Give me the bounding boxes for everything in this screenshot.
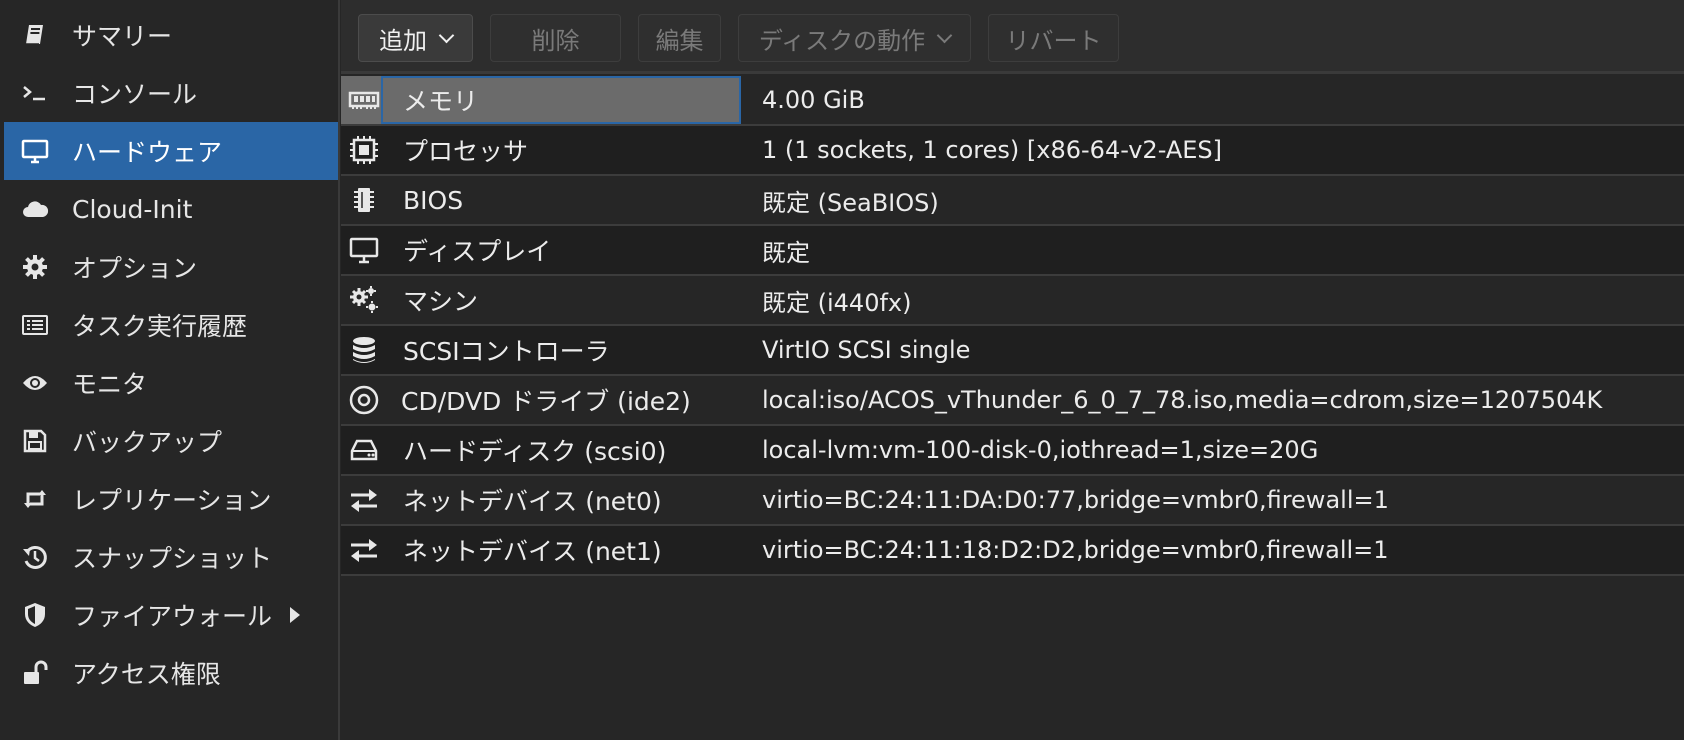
microchip-icon (347, 183, 381, 217)
table-row-memory[interactable]: メモリ 4.00 GiB (341, 76, 1684, 126)
edit-button-label: 編集 (655, 26, 704, 55)
cogs-icon (347, 283, 381, 317)
table-row-hard-disk[interactable]: ハードディスク (scsi0) local-lvm:vm-100-disk-0,… (341, 426, 1684, 476)
desktop-icon (20, 136, 50, 166)
sidebar-item-replication[interactable]: レプリケーション (0, 470, 338, 528)
sidebar-item-monitor[interactable]: モニタ (0, 354, 338, 412)
row-value: local:iso/ACOS_vThunder_6_0_7_78.iso,med… (762, 386, 1603, 414)
table-row-net1[interactable]: ネットデバイス (net1) virtio=BC:24:11:18:D2:D2,… (341, 526, 1684, 576)
disk-action-button-label: ディスクの動作 (758, 26, 926, 55)
cdrom-icon (347, 383, 381, 417)
shield-icon (20, 600, 50, 630)
row-value: 既定 (762, 238, 810, 267)
terminal-icon (20, 78, 50, 108)
row-name: SCSIコントローラ (403, 337, 610, 366)
row-value: local-lvm:vm-100-disk-0,iothread=1,size=… (762, 436, 1319, 464)
cpu-icon (347, 133, 381, 167)
retweet-icon (20, 484, 50, 514)
table-row-cdrom[interactable]: CD/DVD ドライブ (ide2) local:iso/ACOS_vThund… (341, 376, 1684, 426)
row-value: VirtIO SCSI single (762, 336, 971, 364)
sidebar-item-label: タスク実行履歴 (72, 312, 248, 341)
database-icon (347, 333, 381, 367)
table-row-scsi-controller[interactable]: SCSIコントローラ VirtIO SCSI single (341, 326, 1684, 376)
row-name: ネットデバイス (net0) (403, 487, 662, 516)
row-value: 4.00 GiB (762, 86, 865, 114)
delete-button-label: 削除 (531, 26, 580, 55)
sidebar-item-backup[interactable]: バックアップ (0, 412, 338, 470)
sidebar-item-firewall[interactable]: ファイアウォール (0, 586, 338, 644)
sidebar-item-label: ハードウェア (72, 138, 223, 167)
table-row-display[interactable]: ディスプレイ 既定 (341, 226, 1684, 276)
memory-icon (347, 83, 381, 117)
row-value: 既定 (i440fx) (762, 288, 912, 317)
book-icon (20, 20, 50, 50)
sidebar-item-label: サマリー (72, 22, 173, 51)
sidebar-item-permissions[interactable]: アクセス権限 (0, 644, 338, 702)
sidebar-item-label: スナップショット (72, 544, 273, 573)
sidebar-item-cloud-init[interactable]: Cloud-Init (0, 180, 338, 238)
sidebar-item-label: コンソール (72, 80, 198, 109)
row-name: ハードディスク (scsi0) (403, 437, 667, 466)
history-icon (20, 542, 50, 572)
chevron-down-icon (438, 27, 455, 43)
row-name: ディスプレイ (403, 237, 552, 266)
sidebar-item-hardware[interactable]: ハードウェア (4, 122, 338, 180)
cloud-icon (20, 194, 50, 224)
sidebar-item-label: ファイアウォール (72, 602, 273, 631)
desktop-icon (347, 233, 381, 267)
floppy-icon (20, 426, 50, 456)
sidebar-item-label: アクセス権限 (72, 660, 221, 689)
add-button[interactable]: 追加 (358, 14, 473, 62)
hdd-icon (347, 433, 381, 467)
exchange-icon (347, 483, 381, 517)
table-row-bios[interactable]: BIOS 既定 (SeaBIOS) (341, 176, 1684, 226)
row-name: プロセッサ (403, 137, 529, 166)
sidebar-item-label: バックアップ (72, 428, 223, 457)
sidebar-item-label: モニタ (72, 370, 148, 399)
row-value: virtio=BC:24:11:DA:D0:77,bridge=vmbr0,fi… (762, 486, 1389, 514)
submenu-arrow-icon (290, 607, 301, 623)
sidebar: サマリー コンソール ハードウェア Cloud-Init オプション タスク実行… (0, 0, 340, 740)
disk-action-button[interactable]: ディスクの動作 (738, 14, 971, 62)
unlock-icon (20, 658, 50, 688)
sidebar-item-snapshot[interactable]: スナップショット (0, 528, 338, 586)
row-value: 1 (1 sockets, 1 cores) [x86-64-v2-AES] (762, 136, 1223, 164)
table-row-net0[interactable]: ネットデバイス (net0) virtio=BC:24:11:DA:D0:77,… (341, 476, 1684, 526)
sidebar-item-summary[interactable]: サマリー (0, 6, 338, 64)
table-row-machine[interactable]: マシン 既定 (i440fx) (341, 276, 1684, 326)
row-name: CD/DVD ドライブ (ide2) (401, 387, 691, 416)
edit-button[interactable]: 編集 (638, 14, 721, 62)
chevron-down-icon (936, 27, 953, 43)
sidebar-item-label: Cloud-Init (72, 194, 193, 224)
eye-icon (20, 368, 50, 398)
sidebar-item-label: レプリケーション (72, 486, 272, 515)
sidebar-item-task-history[interactable]: タスク実行履歴 (0, 296, 338, 354)
row-value: 既定 (SeaBIOS) (762, 188, 939, 217)
row-name: マシン (403, 287, 479, 316)
exchange-icon (347, 533, 381, 567)
row-name: メモリ (403, 87, 479, 116)
gear-icon (20, 252, 50, 282)
hardware-grid: メモリ 4.00 GiB プロセッサ 1 (1 sockets, 1 cores… (341, 76, 1684, 576)
sidebar-item-console[interactable]: コンソール (0, 64, 338, 122)
hardware-panel: 追加 削除 編集 ディスクの動作 リバート メモリ 4.00 GiB プロセッサ… (341, 0, 1684, 740)
delete-button[interactable]: 削除 (490, 14, 621, 62)
list-icon (20, 310, 50, 340)
sidebar-item-label: オプション (72, 254, 198, 283)
row-value: virtio=BC:24:11:18:D2:D2,bridge=vmbr0,fi… (762, 536, 1389, 564)
row-name: ネットデバイス (net1) (403, 537, 662, 566)
add-button-label: 追加 (379, 26, 427, 55)
table-row-processor[interactable]: プロセッサ 1 (1 sockets, 1 cores) [x86-64-v2-… (341, 126, 1684, 176)
revert-button[interactable]: リバート (988, 14, 1119, 62)
sidebar-item-options[interactable]: オプション (0, 238, 338, 296)
toolbar: 追加 削除 編集 ディスクの動作 リバート (341, 0, 1684, 74)
revert-button-label: リバート (1005, 26, 1102, 55)
row-name: BIOS (403, 185, 464, 215)
